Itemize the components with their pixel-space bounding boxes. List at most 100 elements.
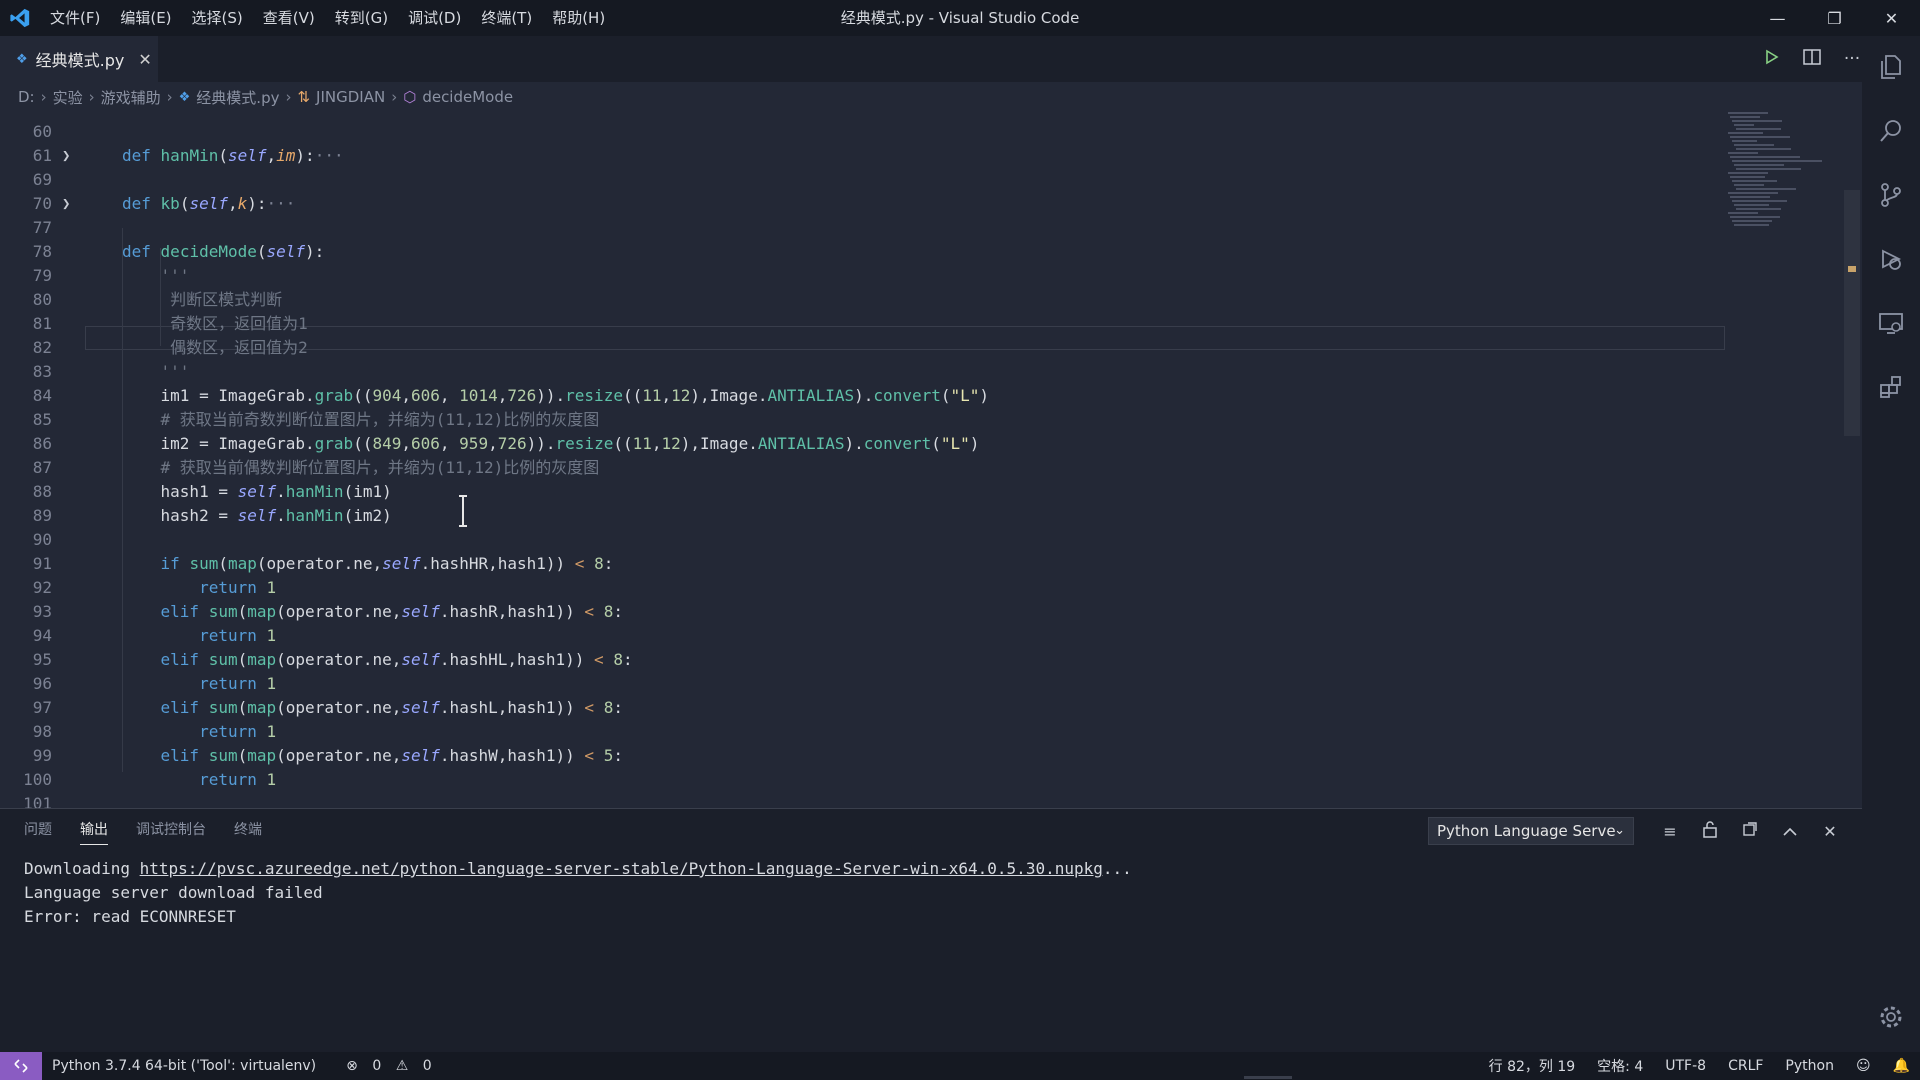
code-editor[interactable]: 60 61 ❯ def hanMin(self,im):··· 69 70 ❯ def kb(… xyxy=(0,112,1862,808)
language-mode[interactable]: Python xyxy=(1785,1058,1834,1074)
menu-file[interactable]: 文件(F) xyxy=(40,0,110,36)
menu-help[interactable]: 帮助(H) xyxy=(542,0,615,36)
explorer-icon[interactable] xyxy=(1862,38,1920,96)
code-line[interactable]: 69 xyxy=(0,168,1722,192)
output-download-link[interactable]: https://pvsc.azureedge.net/python-langua… xyxy=(140,859,1103,878)
minimap-line xyxy=(1736,128,1781,130)
breadcrumb-method[interactable]: decideMode xyxy=(422,88,513,106)
code-line[interactable]: 82 偶数区，返回值为2 xyxy=(0,336,1722,360)
code-line[interactable]: 86 im2 = ImageGrab.grab((849,606, 959,72… xyxy=(0,432,1722,456)
restore-icon[interactable]: ❐ xyxy=(1806,0,1863,36)
maximize-panel-icon[interactable] xyxy=(1770,822,1810,841)
source-control-icon[interactable] xyxy=(1862,166,1920,224)
minimap-line xyxy=(1728,172,1768,174)
code-text: ''' xyxy=(160,362,190,381)
tab-jingdian-py[interactable]: ❖ 经典模式.py ✕ xyxy=(0,36,158,82)
line-number: 89 xyxy=(32,506,52,525)
code-line[interactable]: 61 ❯ def hanMin(self,im):··· xyxy=(0,144,1722,168)
code-line[interactable]: 90 xyxy=(0,528,1722,552)
editor-scrollbar[interactable] xyxy=(1842,112,1862,808)
code-line[interactable]: 79 ''' xyxy=(0,264,1722,288)
line-number: 86 xyxy=(32,434,52,453)
feedback-icon[interactable]: ☺ xyxy=(1856,1058,1871,1074)
code-line[interactable]: 80 判断区模式判断 xyxy=(0,288,1722,312)
class-symbol-icon: ⇅ xyxy=(297,88,311,106)
code-text: hash2 = self.hanMin(im2) xyxy=(160,506,392,525)
clear-output-icon[interactable]: ≡ xyxy=(1650,822,1690,841)
code-text: return 1 xyxy=(199,674,277,693)
cursor-position[interactable]: 行 82，列 19 xyxy=(1489,1056,1576,1076)
file-encoding[interactable]: UTF-8 xyxy=(1665,1058,1706,1074)
breadcrumb-folder-shiyan[interactable]: 实验 xyxy=(53,87,83,108)
tab-debug-console[interactable]: 调试控制台 xyxy=(136,809,206,851)
breadcrumb-folder-youxifuzhu[interactable]: 游戏辅助 xyxy=(101,87,161,108)
remote-explorer-icon[interactable] xyxy=(1862,294,1920,352)
fold-chevron-icon[interactable]: ❯ xyxy=(62,144,78,168)
code-line[interactable]: 87 # 获取当前偶数判断位置图片，并缩为(11,12)比例的灰度图 xyxy=(0,456,1722,480)
code-line[interactable]: 100 return 1 xyxy=(0,768,1722,792)
indentation[interactable]: 空格: 4 xyxy=(1597,1056,1643,1076)
code-line[interactable]: 98 return 1 xyxy=(0,720,1722,744)
line-ending[interactable]: CRLF xyxy=(1728,1058,1763,1074)
code-line[interactable]: 85 # 获取当前奇数判断位置图片，并缩为(11,12)比例的灰度图 xyxy=(0,408,1722,432)
menu-debug[interactable]: 调试(D) xyxy=(398,0,471,36)
code-line[interactable]: 92 return 1 xyxy=(0,576,1722,600)
code-line[interactable]: 93 elif sum(map(operator.ne,self.hashR,h… xyxy=(0,600,1722,624)
code-line[interactable]: 89 hash2 = self.hanMin(im2) xyxy=(0,504,1722,528)
menu-go[interactable]: 转到(G) xyxy=(325,0,398,36)
debug-icon[interactable] xyxy=(1862,230,1920,288)
breadcrumb-chevron-icon: › xyxy=(391,88,398,106)
remote-indicator-icon[interactable] xyxy=(0,1052,42,1080)
minimize-icon[interactable]: — xyxy=(1749,0,1806,36)
code-text: 奇数区，返回值为1 xyxy=(170,314,308,333)
menu-view[interactable]: 查看(V) xyxy=(253,0,325,36)
code-line[interactable]: 70 ❯ def kb(self,k):··· xyxy=(0,192,1722,216)
notifications-bell-icon[interactable]: 🔔 xyxy=(1893,1058,1910,1074)
code-line[interactable]: 78 def decideMode(self): xyxy=(0,240,1722,264)
breadcrumb-drive[interactable]: D: xyxy=(18,88,35,106)
code-line[interactable]: 94 return 1 xyxy=(0,624,1722,648)
split-editor-icon[interactable] xyxy=(1792,48,1832,70)
settings-gear-icon[interactable] xyxy=(1862,988,1920,1046)
menu-bar: 文件(F) 编辑(E) 选择(S) 查看(V) 转到(G) 调试(D) 终端(T… xyxy=(40,0,615,36)
output-error: Error: read ECONNRESET xyxy=(24,907,236,926)
code-line[interactable]: 96 return 1 xyxy=(0,672,1722,696)
code-line[interactable]: 84 im1 = ImageGrab.grab((904,606, 1014,7… xyxy=(0,384,1722,408)
tab-terminal[interactable]: 终端 xyxy=(234,809,262,851)
code-line[interactable]: 83 ''' xyxy=(0,360,1722,384)
close-window-icon[interactable]: ✕ xyxy=(1863,0,1920,36)
code-line[interactable]: 77 xyxy=(0,216,1722,240)
minimap[interactable] xyxy=(1722,112,1842,232)
run-icon[interactable] xyxy=(1752,49,1792,70)
code-line[interactable]: 60 xyxy=(0,120,1722,144)
close-panel-icon[interactable]: ✕ xyxy=(1810,822,1850,841)
tab-output[interactable]: 输出 xyxy=(80,809,108,851)
breadcrumb-class[interactable]: JINGDIAN xyxy=(316,88,385,106)
tab-problems[interactable]: 问题 xyxy=(24,809,52,851)
code-line[interactable]: 97 elif sum(map(operator.ne,self.hashL,h… xyxy=(0,696,1722,720)
output-log[interactable]: Downloading https://pvsc.azureedge.net/p… xyxy=(24,857,1132,929)
search-icon[interactable] xyxy=(1862,102,1920,160)
open-in-editor-icon[interactable] xyxy=(1730,821,1770,841)
lock-scroll-icon[interactable] xyxy=(1690,820,1730,842)
fold-chevron-icon[interactable]: ❯ xyxy=(62,192,78,216)
code-line[interactable]: 99 elif sum(map(operator.ne,self.hashW,h… xyxy=(0,744,1722,768)
code-line[interactable]: 91 if sum(map(operator.ne,self.hashHR,ha… xyxy=(0,552,1722,576)
output-downloading: Downloading xyxy=(24,859,140,878)
breadcrumb-file[interactable]: 经典模式.py xyxy=(196,87,279,108)
code-line[interactable]: 81 奇数区，返回值为1 xyxy=(0,312,1722,336)
menu-terminal[interactable]: 终端(T) xyxy=(471,0,542,36)
python-interpreter[interactable]: Python 3.7.4 64-bit ('Tool': virtualenv) xyxy=(52,1058,316,1074)
output-channel-select[interactable]: Python Language Serve ⌄ xyxy=(1428,817,1634,845)
menu-edit[interactable]: 编辑(E) xyxy=(110,0,181,36)
problems-indicator[interactable]: ⊗ 0 ⚠ 0 xyxy=(336,1058,432,1074)
code-line[interactable]: 95 elif sum(map(operator.ne,self.hashHL,… xyxy=(0,648,1722,672)
scrollbar-thumb[interactable] xyxy=(1844,190,1860,436)
close-tab-icon[interactable]: ✕ xyxy=(138,50,151,69)
status-scroll-indicator xyxy=(1244,1076,1292,1079)
code-line[interactable]: 101 xyxy=(0,792,1722,808)
menu-selection[interactable]: 选择(S) xyxy=(182,0,253,36)
extensions-icon[interactable] xyxy=(1862,358,1920,416)
code-line[interactable]: 88 hash1 = self.hanMin(im1) xyxy=(0,480,1722,504)
line-number: 70 xyxy=(32,194,52,213)
